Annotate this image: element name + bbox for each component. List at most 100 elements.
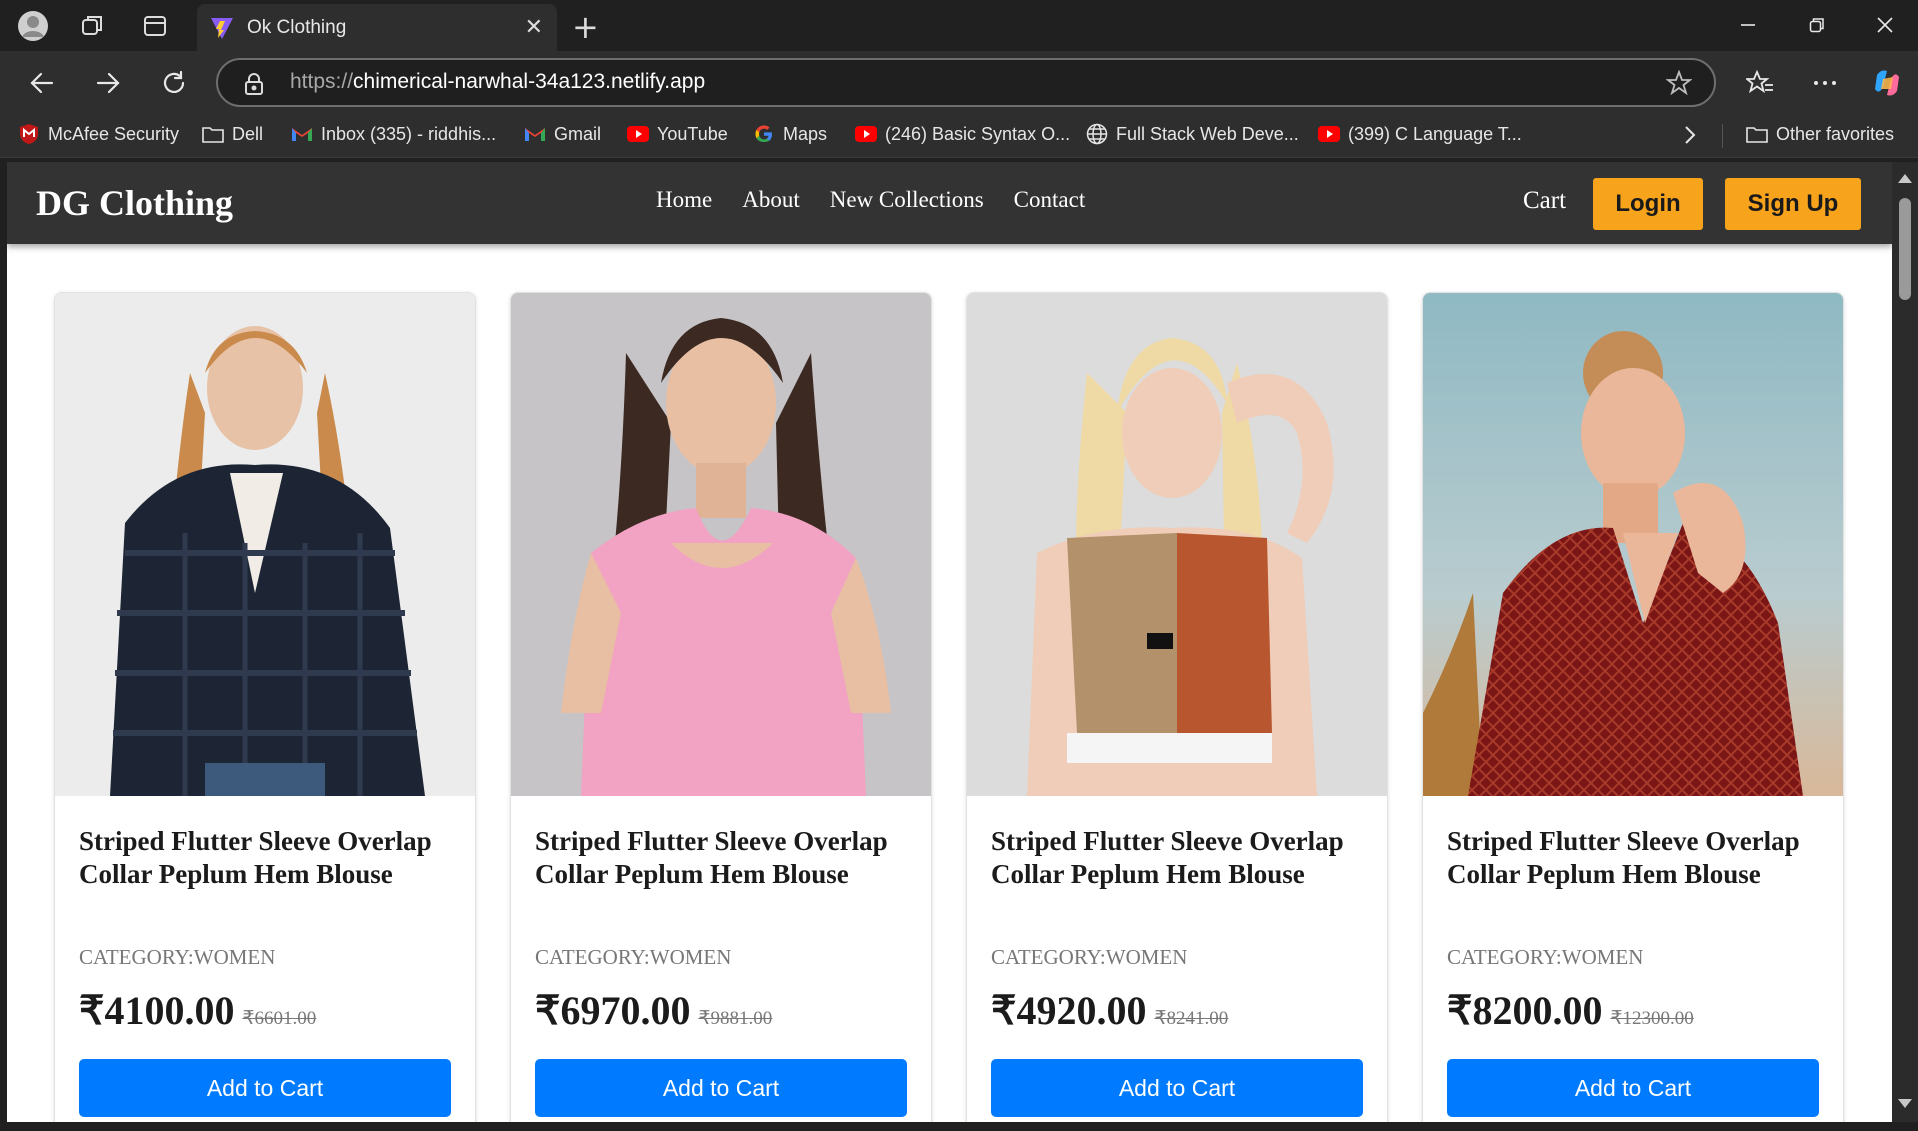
more-menu-icon[interactable] [1805,63,1845,103]
signup-button[interactable]: Sign Up [1725,178,1861,230]
browser-title-bar: Ok Clothing ✕ + [0,0,1918,51]
bookmark-label: Full Stack Web Deve... [1116,123,1299,144]
mcafee-icon [18,123,40,145]
main-nav: Home About New Collections Contact [656,187,1085,213]
minimize-icon[interactable] [1725,8,1771,42]
tab-actions-icon[interactable] [139,10,171,42]
bookmark-label: McAfee Security [48,123,180,144]
address-bar[interactable]: https://chimerical-narwhal-34a123.netlif… [216,58,1716,107]
bookmark-mcafee[interactable]: McAfee Security [18,123,179,145]
copilot-icon[interactable] [1867,63,1907,103]
page-scrollbar[interactable] [1892,162,1918,1122]
bookmark-label: Dell [232,123,264,144]
product-price: ₹8200.00 ₹12300.00 [1447,987,1694,1034]
url-scheme: https:// [290,70,354,93]
bookmark-label: (399) C Language T... [1348,123,1522,144]
close-tab-icon[interactable]: ✕ [525,15,543,40]
gmail-icon [291,123,313,145]
back-arrow-icon[interactable] [22,63,62,103]
original-price: ₹12300.00 [1610,1008,1694,1029]
globe-icon [1086,123,1108,145]
bookmark-label: Inbox (335) - riddhis... [321,123,497,144]
product-price: ₹6970.00 ₹9881.00 [535,987,772,1034]
product-card: Striped Flutter Sleeve Overlap Collar Pe… [966,292,1388,1122]
cart-link[interactable]: Cart [1523,187,1566,215]
gmail-icon [524,123,546,145]
product-card: Striped Flutter Sleeve Overlap Collar Pe… [1422,292,1844,1122]
product-card: Striped Flutter Sleeve Overlap Collar Pe… [54,292,476,1122]
tab-ok-clothing[interactable]: Ok Clothing ✕ [197,4,557,51]
brand-logo[interactable]: DG Clothing [36,182,233,224]
product-title[interactable]: Striped Flutter Sleeve Overlap Collar Pe… [79,825,459,891]
bookmark-youtube[interactable]: YouTube [627,123,728,145]
browser-toolbar: https://chimerical-narwhal-34a123.netlif… [0,51,1918,114]
add-to-cart-button[interactable]: Add to Cart [991,1059,1363,1117]
page-viewport: DG Clothing Home About New Collections C… [7,162,1892,1122]
bookmarks-bar: McAfee Security Dell Inbox (335) - riddh… [0,114,1918,158]
product-image-pink-top[interactable] [511,293,932,796]
new-tab-icon[interactable]: + [572,8,599,46]
bookmark-label: (246) Basic Syntax O... [885,123,1071,144]
bookmark-label: Maps [783,123,828,144]
current-price: ₹4920.00 [991,988,1147,1033]
product-image-red-dress[interactable] [1423,293,1844,796]
product-card: Striped Flutter Sleeve Overlap Collar Pe… [510,292,932,1122]
youtube-icon [627,123,649,145]
profile-avatar-icon[interactable] [17,10,49,42]
vite-favicon-icon [211,18,233,39]
url-host: chimerical-narwhal-34a123.netlify.app [353,70,706,93]
lock-icon[interactable] [244,72,264,96]
original-price: ₹6601.00 [242,1008,317,1029]
bookmark-label: Other favorites [1776,123,1895,144]
close-window-icon[interactable] [1862,8,1908,42]
favorite-star-icon[interactable] [1666,70,1692,96]
nav-about[interactable]: About [742,187,800,213]
current-price: ₹8200.00 [1447,988,1603,1033]
refresh-icon[interactable] [154,63,194,103]
bookmark-inbox[interactable]: Inbox (335) - riddhis... [291,123,496,145]
youtube-icon [855,123,877,145]
bookmark-basic-syntax[interactable]: (246) Basic Syntax O... [855,123,1070,145]
product-category: CATEGORY:WOMEN [991,945,1188,969]
forward-arrow-icon[interactable] [88,63,128,103]
product-title[interactable]: Striped Flutter Sleeve Overlap Collar Pe… [1447,825,1827,891]
folder-icon [1746,123,1768,145]
current-price: ₹4100.00 [79,988,235,1033]
original-price: ₹8241.00 [1154,1008,1229,1029]
favorites-icon[interactable] [1740,63,1780,103]
bookmark-maps[interactable]: Maps [753,123,827,145]
url-text[interactable]: https://chimerical-narwhal-34a123.netlif… [290,70,705,94]
tab-title: Ok Clothing [247,17,347,38]
bookmark-other-favorites[interactable]: Other favorites [1746,123,1894,145]
product-title[interactable]: Striped Flutter Sleeve Overlap Collar Pe… [991,825,1371,891]
bookmarks-overflow-chevron-icon[interactable] [1684,125,1696,145]
bookmark-gmail[interactable]: Gmail [524,123,601,145]
scroll-down-arrow-icon[interactable] [1898,1099,1912,1108]
nav-home[interactable]: Home [656,187,712,213]
original-price: ₹9881.00 [698,1008,773,1029]
product-price: ₹4920.00 ₹8241.00 [991,987,1228,1034]
add-to-cart-button[interactable]: Add to Cart [79,1059,451,1117]
bookmark-c-language[interactable]: (399) C Language T... [1318,123,1522,145]
product-category: CATEGORY:WOMEN [1447,945,1644,969]
product-image-sports-top[interactable] [967,293,1388,796]
scroll-up-arrow-icon[interactable] [1898,174,1912,183]
folder-icon [202,123,224,145]
product-category: CATEGORY:WOMEN [79,945,276,969]
restore-icon[interactable] [1794,8,1840,42]
product-price: ₹4100.00 ₹6601.00 [79,987,316,1034]
youtube-icon [1318,123,1340,145]
workspaces-icon[interactable] [77,10,109,42]
add-to-cart-button[interactable]: Add to Cart [1447,1059,1819,1117]
login-button[interactable]: Login [1593,178,1703,230]
add-to-cart-button[interactable]: Add to Cart [535,1059,907,1117]
site-header: DG Clothing Home About New Collections C… [7,162,1892,244]
nav-contact[interactable]: Contact [1014,187,1086,213]
current-price: ₹6970.00 [535,988,691,1033]
product-title[interactable]: Striped Flutter Sleeve Overlap Collar Pe… [535,825,915,891]
bookmark-full-stack[interactable]: Full Stack Web Deve... [1086,123,1299,145]
nav-new-collections[interactable]: New Collections [830,187,984,213]
product-image-fur-jacket[interactable] [55,293,476,796]
bookmark-dell[interactable]: Dell [202,123,263,145]
scrollbar-thumb[interactable] [1899,198,1911,300]
